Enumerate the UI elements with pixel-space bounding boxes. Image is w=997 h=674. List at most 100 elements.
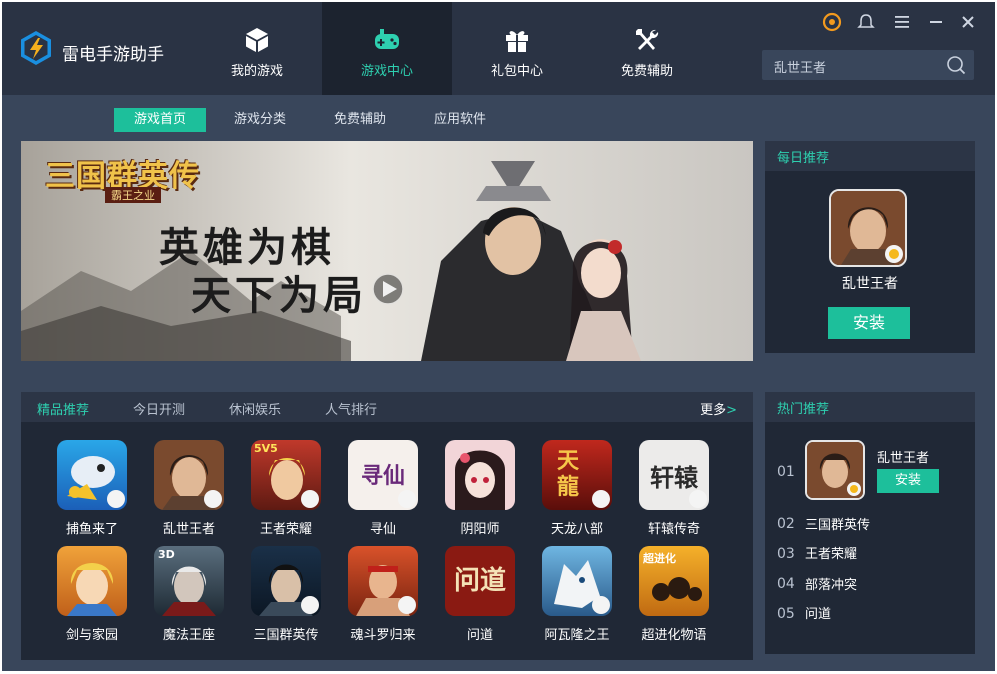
icon-calligraphy: 轩辕 xyxy=(650,463,698,492)
games-panel: 精品推荐 今日开测 休闲娱乐 人气排行 更多> 捕鱼来了 乱世王者 5V5 王者… xyxy=(21,392,753,660)
gift-icon xyxy=(506,31,528,52)
game-tile[interactable]: 天龍 天龙八部 xyxy=(532,440,622,540)
tab-label: 我的游戏 xyxy=(230,64,283,79)
tab-label: 礼包中心 xyxy=(490,64,543,79)
rank-number: 05 xyxy=(777,606,795,622)
three-kingdoms-icon xyxy=(251,546,321,616)
icon-calligraphy: 寻仙 xyxy=(360,463,405,489)
game-badge: 5V5 xyxy=(254,442,278,455)
game-name: 问道 xyxy=(466,628,493,643)
tianlong-game-icon: 天龍 xyxy=(542,440,612,510)
avalon-wolf-icon xyxy=(542,546,612,616)
hot-list-item[interactable]: 部落冲突 xyxy=(805,574,857,593)
close-icon[interactable] xyxy=(958,12,978,32)
subnav-categories[interactable]: 游戏分类 xyxy=(214,108,306,132)
game-tile[interactable]: 寻仙 寻仙 xyxy=(338,440,428,540)
panel-title: 每日推荐 xyxy=(777,151,830,166)
cube-icon xyxy=(246,28,268,52)
warrior-game-icon xyxy=(154,440,224,510)
title-bar: 雷电手游助手 我的游戏 游戏中心 礼包中心 免费辅助 乱世王者 xyxy=(2,2,995,95)
rank-number: 03 xyxy=(777,546,795,562)
game-tile[interactable]: 轩辕 轩辕传奇 xyxy=(629,440,719,540)
game-tile[interactable]: 5V5 王者荣耀 xyxy=(241,440,331,540)
game-tile[interactable]: 剑与家园 xyxy=(47,546,137,646)
game-name: 魂斗罗归来 xyxy=(350,628,416,643)
onmyoji-icon xyxy=(445,440,515,510)
sword-home-icon xyxy=(57,546,127,616)
warrior-portrait-icon xyxy=(831,191,905,265)
tab-free-tools[interactable]: 免费辅助 xyxy=(582,2,712,95)
hot-list-item[interactable]: 三国群英传 xyxy=(805,514,870,533)
game-name: 乱世王者 xyxy=(162,522,215,537)
tab-casual[interactable]: 休闲娱乐 xyxy=(229,399,281,418)
games-tabs: 精品推荐 今日开测 休闲娱乐 人气排行 更多> xyxy=(21,392,753,422)
game-name: 轩辕传奇 xyxy=(647,522,700,537)
game-name: 三国群英传 xyxy=(253,628,319,643)
game-name: 阴阳师 xyxy=(460,522,500,537)
icon-calligraphy: 问道 xyxy=(453,566,506,596)
hot-list-item[interactable]: 王者荣耀 xyxy=(805,543,857,562)
game-name: 魔法王座 xyxy=(162,628,215,643)
daily-game-icon[interactable] xyxy=(829,189,907,267)
hot-top-game-name: 乱世王者 xyxy=(877,451,930,466)
game-tile[interactable]: 3D 魔法王座 xyxy=(144,546,234,646)
hot-install-button[interactable]: 安装 xyxy=(877,469,939,493)
app-window: 雷电手游助手 我的游戏 游戏中心 礼包中心 免费辅助 乱世王者 游戏首页 游戏分… xyxy=(2,2,995,671)
xuanyuan-game-icon: 轩辕 xyxy=(639,440,709,510)
rank-number: 01 xyxy=(777,464,795,480)
game-tile[interactable]: 阿瓦隆之王 xyxy=(532,546,622,646)
panel-header: 每日推荐 xyxy=(765,141,975,171)
game-name: 王者荣耀 xyxy=(259,522,312,537)
game-name: 天龙八部 xyxy=(550,522,603,537)
game-tile[interactable]: 捕鱼来了 xyxy=(47,440,137,540)
hot-top-game-icon[interactable] xyxy=(805,440,865,500)
game-badge: 3D xyxy=(158,548,175,561)
skin-icon[interactable] xyxy=(822,12,842,32)
game-tile[interactable]: 问道 问道 xyxy=(435,546,525,646)
more-label: 更多 xyxy=(700,403,727,418)
chevron-right-icon: > xyxy=(726,403,737,418)
subnav-home[interactable]: 游戏首页 xyxy=(114,108,207,132)
wendao-icon: 问道 xyxy=(445,546,515,616)
menu-icon[interactable] xyxy=(892,12,912,32)
notification-icon[interactable] xyxy=(856,12,876,32)
tab-label: 游戏中心 xyxy=(360,64,413,79)
banner-logo-subtitle: 霸王之业 xyxy=(105,187,161,203)
game-name: 阿瓦隆之王 xyxy=(544,628,610,643)
honor-of-kings-icon: 5V5 xyxy=(251,440,321,510)
minimize-icon[interactable] xyxy=(926,12,946,32)
subnav-apps[interactable]: 应用软件 xyxy=(414,108,506,132)
tab-my-games[interactable]: 我的游戏 xyxy=(192,2,322,95)
game-tile[interactable]: 三国群英传 xyxy=(241,546,331,646)
game-tile[interactable]: 超进化 超进化物语 xyxy=(629,546,719,646)
more-link[interactable]: 更多> xyxy=(700,399,737,418)
hot-recommend-panel: 热门推荐 01 乱世王者 安装 02 三国群英传 03 王者荣耀 04 部落冲突… xyxy=(765,392,975,654)
daily-install-button[interactable]: 安装 xyxy=(828,307,910,339)
panel-title: 热门推荐 xyxy=(777,402,830,417)
tab-popular[interactable]: 人气排行 xyxy=(325,399,377,418)
game-tile[interactable]: 阴阳师 xyxy=(435,440,525,540)
icon-calligraphy: 天龍 xyxy=(556,448,579,500)
game-name: 剑与家园 xyxy=(65,628,118,643)
hot-list-item[interactable]: 问道 xyxy=(805,603,831,622)
magic-throne-icon: 3D xyxy=(154,546,224,616)
panel-header: 热门推荐 xyxy=(765,392,975,422)
tab-featured[interactable]: 精品推荐 xyxy=(37,399,89,418)
search-box[interactable] xyxy=(762,50,974,80)
daily-recommend-panel: 每日推荐 乱世王者 安装 xyxy=(765,141,975,353)
tools-icon xyxy=(636,29,659,50)
xunxian-game-icon: 寻仙 xyxy=(348,440,418,510)
game-name: 捕鱼来了 xyxy=(65,522,118,537)
game-tile[interactable]: 魂斗罗归来 xyxy=(338,546,428,646)
banner-slogan-line2: 天下为局 xyxy=(191,272,367,319)
game-name: 寻仙 xyxy=(369,522,396,537)
featured-banner[interactable]: 三国群英传 霸王之业 英雄为棋 天下为局 xyxy=(21,141,753,361)
tab-game-center[interactable]: 游戏中心 xyxy=(322,2,452,95)
search-icon[interactable] xyxy=(946,55,966,75)
tab-gift-center[interactable]: 礼包中心 xyxy=(452,2,582,95)
subnav-free-tools[interactable]: 免费辅助 xyxy=(314,108,406,132)
search-input[interactable] xyxy=(772,56,936,76)
game-tile[interactable]: 乱世王者 xyxy=(144,440,234,540)
rank-number: 04 xyxy=(777,576,795,592)
tab-today-test[interactable]: 今日开测 xyxy=(133,399,185,418)
